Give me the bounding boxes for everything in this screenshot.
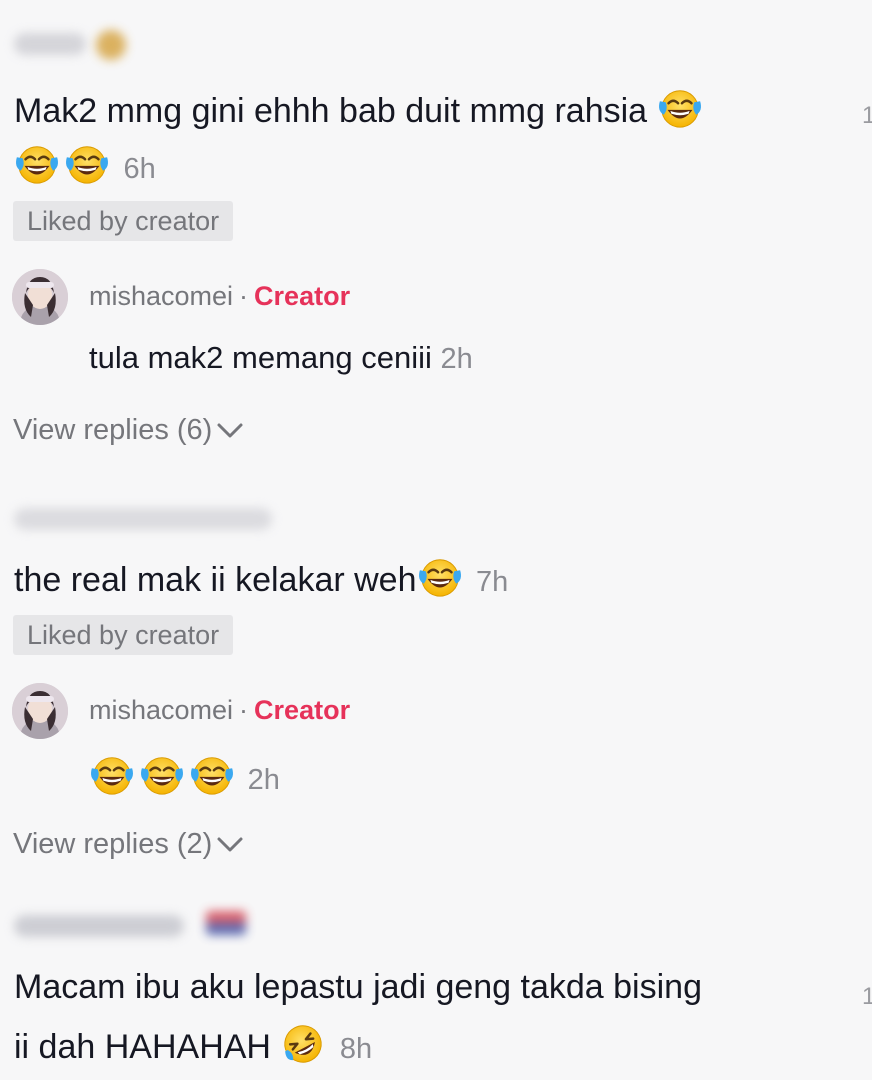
comment-body: the real mak ii kelakar weh	[14, 561, 417, 599]
face-with-tears-of-joy-icon	[189, 752, 235, 798]
comment-item: Macam ibu aku lepastu jadi geng takda bi…	[0, 895, 872, 1080]
view-replies-button[interactable]: View replies (2)	[13, 824, 244, 864]
comment-item: Mak2 mmg gini ehhh bab duit mmg rahsia 1…	[0, 0, 872, 465]
view-replies-label: View replies (2)	[13, 828, 213, 860]
face-with-tears-of-joy-icon	[417, 554, 463, 600]
face-with-tears-of-joy-icon	[89, 752, 135, 798]
comment-text: Mak2 mmg gini ehhh bab duit mmg rahsia	[14, 85, 707, 133]
creator-tag: Creator	[254, 695, 351, 725]
like-count[interactable]: 1	[862, 983, 872, 1011]
rolling-on-floor-laughing-icon	[280, 1021, 326, 1067]
timestamp: 2h	[247, 764, 280, 796]
reply-body: tula mak2 memang ceniii	[89, 340, 432, 375]
blurred-username[interactable]	[14, 508, 272, 530]
comment-text: the real mak ii kelakar weh 7h	[14, 554, 508, 604]
timestamp: 7h	[475, 566, 509, 598]
reply-text: tula mak2 memang ceniii 2h	[89, 338, 473, 379]
view-replies-button[interactable]: View replies (6)	[13, 410, 244, 450]
comment-text-line2: ii dah HAHAHAH 8h	[14, 1021, 372, 1071]
comment-text: Macam ibu aku lepastu jadi geng takda bi…	[14, 968, 702, 1006]
blurred-flag-emoji	[206, 911, 246, 935]
chevron-down-icon	[217, 837, 243, 852]
separator-dot: ·	[239, 695, 249, 725]
reply-username[interactable]: mishacomei	[89, 281, 233, 311]
face-with-tears-of-joy-icon	[64, 141, 110, 187]
timestamp: 2h	[440, 343, 473, 375]
separator-dot: ·	[239, 281, 249, 311]
like-count[interactable]: 1	[862, 102, 872, 130]
blurred-username[interactable]	[14, 915, 184, 937]
avatar[interactable]	[12, 683, 68, 739]
creator-tag: Creator	[254, 281, 351, 311]
reply-header: mishacomei · Creator	[89, 278, 350, 314]
comment-item: the real mak ii kelakar weh 7h Liked by …	[0, 480, 872, 880]
blurred-emoji	[96, 30, 126, 60]
reply-username[interactable]: mishacomei	[89, 695, 233, 725]
blurred-username[interactable]	[14, 33, 86, 55]
face-with-tears-of-joy-icon	[657, 85, 703, 131]
timestamp: 8h	[339, 1033, 373, 1065]
comment-body-line2: ii dah HAHAHAH	[14, 1028, 271, 1066]
chevron-down-icon	[217, 423, 243, 438]
reply-header: mishacomei · Creator	[89, 692, 350, 728]
comment-text-line2: 6h	[14, 141, 156, 191]
face-with-tears-of-joy-icon	[14, 141, 60, 187]
view-replies-label: View replies (6)	[13, 414, 213, 446]
face-with-tears-of-joy-icon	[139, 752, 185, 798]
avatar[interactable]	[12, 269, 68, 325]
liked-by-creator-badge: Liked by creator	[13, 615, 234, 655]
liked-by-creator-badge: Liked by creator	[13, 201, 234, 241]
comment-body: Mak2 mmg gini ehhh bab duit mmg rahsia	[14, 92, 648, 130]
reply-text: 2h	[89, 752, 280, 800]
timestamp: 6h	[123, 153, 156, 185]
